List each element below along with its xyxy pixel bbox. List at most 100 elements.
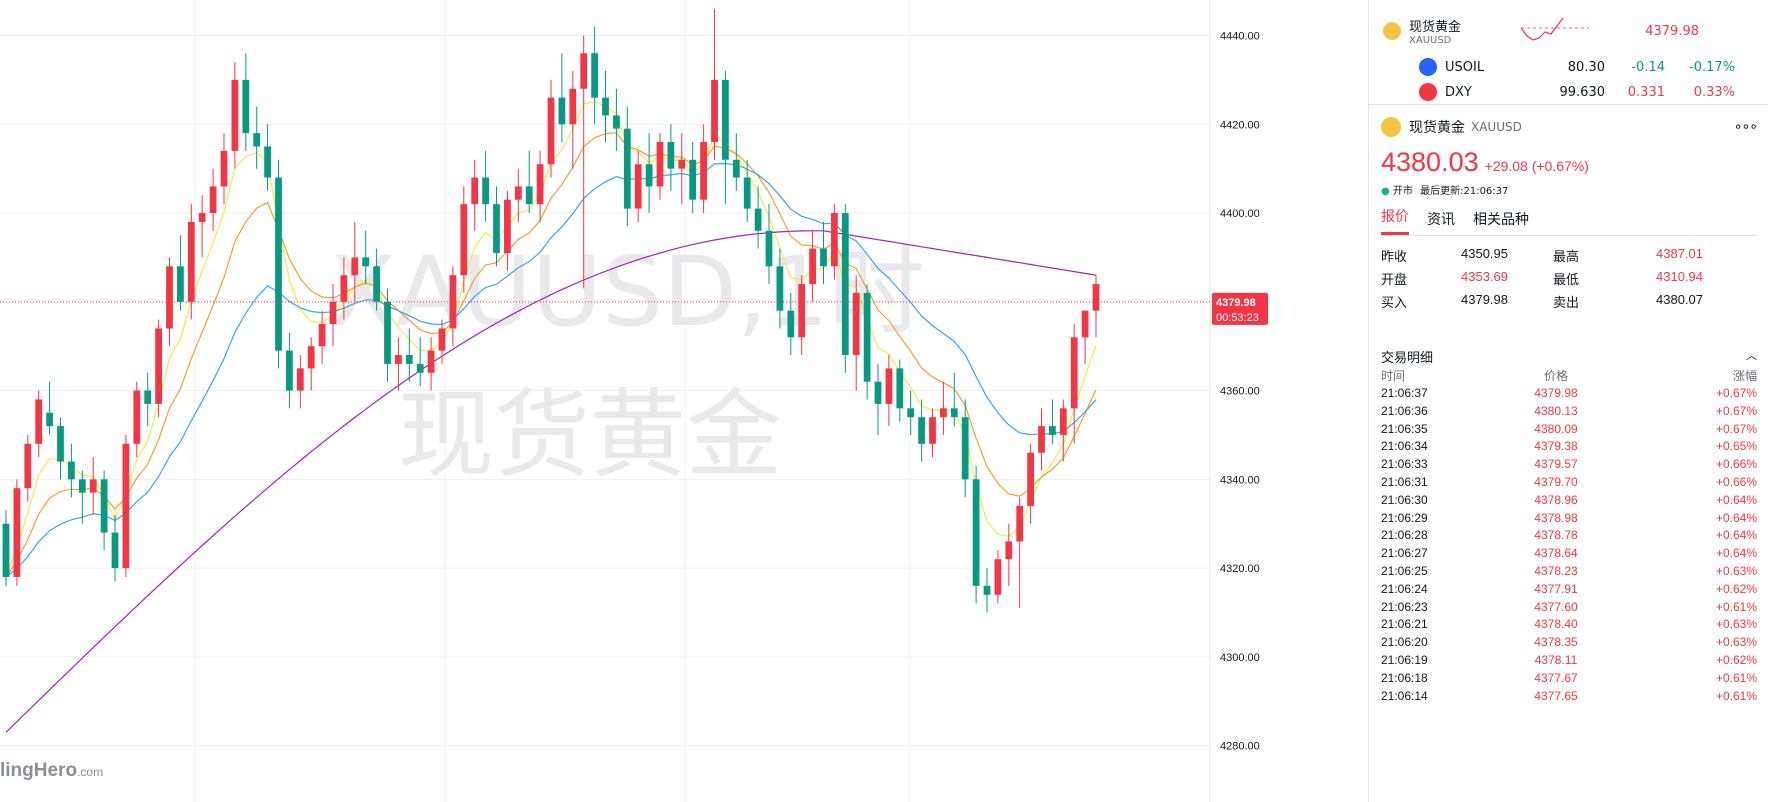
candle-body: [591, 53, 598, 98]
candle-body: [427, 350, 435, 373]
watchlist-row-usoil[interactable]: USOIL 80.30 -0.14 -0.17%: [1369, 52, 1768, 82]
trade-time: 21:06:24: [1381, 581, 1428, 596]
candle-body: [264, 146, 271, 178]
trade-price: 4378.35: [1534, 635, 1578, 650]
trade-row: 21:06:33 4379.57 +0.66%: [1381, 456, 1757, 474]
stat-label: 最低: [1553, 273, 1580, 288]
trade-change: +0.66%: [1715, 457, 1757, 472]
watchlist-last: 80.30: [1567, 59, 1605, 75]
right-panel: 现货黄金 XAUUSD 4379.98 USOIL 80.30 -0.14 -0…: [1368, 0, 1768, 802]
trade-row: 21:06:25 4378.23 +0.63%: [1381, 563, 1757, 581]
trade-change: +0.61%: [1715, 599, 1757, 614]
candle-body: [809, 248, 816, 285]
trade-row: 21:06:14 4377.65 +0.61%: [1381, 688, 1757, 706]
candlestick-chart[interactable]: 4280.004300.004320.004340.004360.004380.…: [0, 0, 1368, 802]
chevron-up-icon[interactable]: ︿: [1746, 347, 1757, 367]
y-tick-label: 4280.00: [1220, 741, 1260, 753]
trade-time: 21:06:34: [1381, 439, 1428, 454]
watchlist-name: USOIL: [1445, 59, 1485, 75]
candle-body: [1005, 541, 1013, 560]
watchlist-row-dxy[interactable]: DXY 99.630 0.331 0.33%: [1369, 82, 1768, 102]
candle-body: [100, 479, 108, 533]
gold-icon: [1383, 22, 1401, 40]
trade-change: +0.64%: [1715, 528, 1757, 543]
candle-body: [831, 213, 838, 267]
trades-list: 21:06:37 4379.98 +0.67% 21:06:36 4380.13 +0.6…: [1381, 385, 1757, 705]
candle-body: [820, 248, 827, 267]
candle-body: [1059, 408, 1067, 435]
candle-body: [318, 323, 326, 347]
watchlist-last: 99.630: [1559, 84, 1606, 100]
trade-change: +0.64%: [1715, 546, 1757, 561]
trade-row: 21:06:28 4378.78 +0.64%: [1381, 527, 1757, 545]
candle-body: [929, 417, 936, 444]
y-tick-label: 4300.00: [1220, 652, 1260, 664]
ma-slow-line: [5, 162, 1097, 578]
candle-body: [896, 368, 904, 409]
candle-body: [253, 133, 261, 147]
trade-time: 21:06:35: [1381, 421, 1428, 436]
trade-time: 21:06:25: [1381, 563, 1428, 578]
trade-row: 21:06:27 4378.64 +0.64%: [1381, 545, 1757, 563]
trade-time: 21:06:27: [1381, 546, 1428, 561]
trade-time: 21:06:31: [1381, 474, 1428, 489]
candle-body: [580, 53, 588, 89]
tab-related[interactable]: 相关品种: [1473, 209, 1529, 235]
candle-body: [296, 368, 304, 391]
candle-body: [362, 257, 370, 267]
candle-body: [231, 79, 239, 151]
candle-body: [743, 177, 751, 209]
brand-suffix: .com: [77, 765, 104, 779]
trade-row: 21:06:20 4378.35 +0.63%: [1381, 634, 1757, 652]
candle-body: [471, 177, 479, 205]
y-tick-label: 4360.00: [1220, 386, 1260, 398]
candle-body: [722, 79, 729, 160]
candle-body: [1016, 505, 1024, 542]
candle-body: [1027, 452, 1034, 506]
candle-body: [493, 204, 500, 253]
tab-news[interactable]: 资讯: [1427, 209, 1455, 235]
candle-body: [155, 328, 162, 404]
trade-row: 21:06:31 4379.70 +0.66%: [1381, 474, 1757, 492]
trade-row: 21:06:29 4378.98 +0.64%: [1381, 510, 1757, 528]
candle-body: [558, 97, 566, 125]
trades-columns: 时间 价格 涨幅: [1381, 367, 1757, 385]
current-price-label: 4379.98: [1216, 297, 1256, 309]
y-tick-label: 4440.00: [1220, 31, 1260, 43]
candle-body: [776, 266, 784, 311]
candle-body: [1049, 426, 1056, 435]
candle-body: [1070, 337, 1078, 409]
watchlist-row-xauusd[interactable]: 现货黄金 XAUUSD 4379.98: [1369, 16, 1768, 46]
trade-time: 21:06:21: [1381, 617, 1428, 632]
trade-change: +0.63%: [1715, 563, 1757, 578]
candle-body: [754, 208, 762, 231]
candle-body: [1081, 310, 1089, 338]
trade-price: 4378.96: [1534, 492, 1578, 507]
candle-body: [787, 310, 795, 338]
trade-price: 4379.70: [1534, 474, 1578, 489]
trade-price: 4378.11: [1534, 652, 1578, 667]
app-root: 4280.00 4300.00 4320.00 4340.00 4360.00 4380.…: [0, 0, 1768, 802]
trade-price: 4378.40: [1534, 617, 1578, 632]
status-text: 开市: [1392, 186, 1413, 197]
trade-time: 21:06:30: [1381, 492, 1428, 507]
candle-body: [547, 97, 555, 165]
candle-body: [525, 186, 533, 205]
chart-svg[interactable]: 4280.004300.004320.004340.004360.004380.…: [0, 0, 1368, 802]
candle-body: [384, 301, 391, 364]
trade-time: 21:06:37: [1381, 386, 1428, 400]
more-icon[interactable]: ∘∘∘: [1734, 119, 1758, 135]
trades-header: 交易明细 ︿: [1381, 347, 1757, 367]
trade-row: 21:06:34 4379.38 +0.65%: [1381, 438, 1757, 456]
y-tick-label: 4340.00: [1220, 474, 1260, 486]
tab-quote[interactable]: 报价: [1381, 206, 1409, 235]
candle-body: [351, 257, 359, 276]
candle-body: [700, 142, 707, 200]
details-price-line: 4380.03 +29.08 (+0.67%): [1381, 142, 1757, 182]
candle-body: [907, 408, 915, 418]
trade-time: 21:06:33: [1381, 457, 1428, 472]
status-dot-icon: ●: [1381, 186, 1390, 197]
candle-body: [177, 266, 184, 302]
candle-body: [940, 408, 947, 418]
watchlist-change: 0.331: [1627, 84, 1665, 100]
